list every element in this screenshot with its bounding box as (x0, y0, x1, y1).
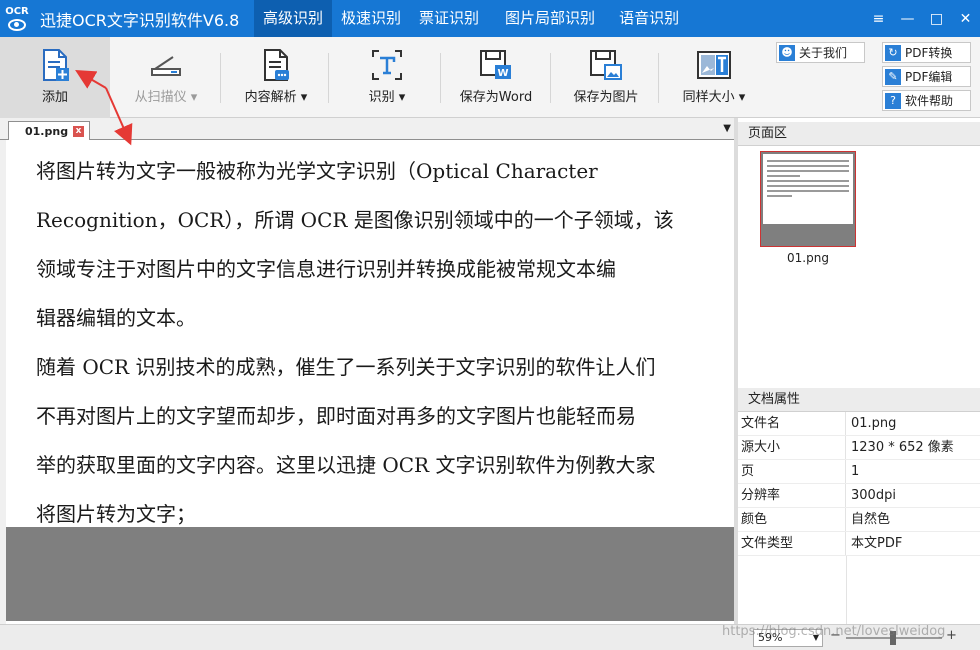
editor-line: 领域专注于对图片中的文字信息进行识别并转换成能被常规文本编 (36, 257, 616, 281)
help-label: 软件帮助 (905, 94, 954, 108)
close-button[interactable]: ✕ (951, 0, 980, 37)
editor-empty-area (6, 527, 734, 621)
toolbar: 添加 从扫描仪 ▾ 内容解析 ▾ 识别 ▾ W 保存为Word 保存为图片 同样… (0, 37, 980, 118)
nav-tab-voice[interactable]: 语音识别 (610, 0, 688, 37)
document-tab-label: 01.png (25, 125, 69, 138)
recognize-label: 识别 ▾ (368, 90, 406, 105)
property-row: 源大小 1230 * 652 像素 (738, 436, 980, 460)
same-size-icon (696, 48, 732, 82)
add-file-icon (40, 48, 70, 82)
scanner-icon (149, 48, 183, 82)
add-button[interactable]: 添加 (0, 37, 110, 118)
properties-panel: 文件名 01.png 源大小 1230 * 652 像素 页1 分辨率 300dpi … (738, 412, 980, 624)
pages-panel-title: 页面区 (738, 122, 980, 146)
tab-dropdown-icon[interactable]: ▼ (723, 123, 731, 134)
editor-line: 辑器编辑的文本。 (36, 306, 196, 330)
zoom-in-button[interactable]: + (946, 628, 957, 643)
document-parse-icon (261, 48, 291, 82)
document-tabstrip: 01.png x ▼ (0, 118, 737, 141)
scan-label: 从扫描仪 ▾ (134, 90, 198, 105)
save-image-button[interactable]: 保存为图片 (560, 37, 652, 118)
editor-line: 举的获取里面的文字内容。这里以迅捷 OCR 文字识别软件为例教大家 (36, 453, 656, 477)
add-label: 添加 (41, 90, 68, 105)
content-parse-button[interactable]: 内容解析 ▾ (230, 37, 322, 118)
save-image-label: 保存为图片 (573, 90, 639, 105)
editor-line: 将图片转为文字一般被称为光学文字识别（Optical Character (36, 159, 598, 183)
property-row: 文件类型 本文PDF (738, 532, 980, 556)
property-row: 页1 (738, 460, 980, 484)
text-recognize-icon (371, 48, 403, 82)
save-image-icon (589, 48, 623, 82)
app-title: 迅捷OCR文字识别软件V6.8 (40, 10, 240, 30)
editor-line: 随着 OCR 识别技术的成熟，催生了一系列关于文字识别的软件让人们 (36, 355, 656, 379)
save-word-label: 保存为Word (459, 90, 533, 105)
document-tab[interactable]: 01.png x (8, 121, 90, 141)
help-icon: ? (885, 92, 901, 109)
editor-line: 不再对图片上的文字望而却步，即时面对再多的文字图片也能轻而易 (36, 404, 636, 428)
pdf-convert-label: PDF转换 (905, 46, 953, 60)
nav-tab-advanced[interactable]: 高级识别 (254, 0, 333, 37)
content-parse-label: 内容解析 ▾ (244, 90, 308, 105)
same-size-button[interactable]: 同样大小 ▾ (666, 37, 762, 118)
about-label: 关于我们 (799, 46, 848, 60)
recognize-button[interactable]: 识别 ▾ (342, 37, 432, 118)
editor-line: Recognition，OCR），所谓 OCR 是图像识别领域中的一个子领域，该 (36, 208, 674, 232)
title-bar: OCR 迅捷OCR文字识别软件V6.8 高级识别 极速识别 票证识别 图片局部识… (0, 0, 980, 37)
edit-icon: ✎ (885, 68, 901, 85)
nav-tab-image-region[interactable]: 图片局部识别 (496, 0, 604, 37)
property-row: 文件名 01.png (738, 412, 980, 436)
properties-panel-title: 文档属性 (738, 388, 980, 412)
minimize-button[interactable]: — (893, 0, 922, 37)
pdf-edit-button[interactable]: ✎ PDF编辑 (882, 66, 971, 87)
property-row: 分辨率 300dpi (738, 484, 980, 508)
help-button[interactable]: ? 软件帮助 (882, 90, 971, 111)
maximize-button[interactable]: □ (922, 0, 951, 37)
property-row: 颜色 自然色 (738, 508, 980, 532)
app-logo-icon: OCR (0, 0, 34, 37)
scan-button[interactable]: 从扫描仪 ▾ (118, 37, 214, 118)
about-button[interactable]: ☻ 关于我们 (776, 42, 865, 63)
convert-icon: ↻ (885, 44, 901, 61)
close-tab-icon[interactable]: x (73, 126, 84, 137)
watermark: https://blog.csdn.net/loveslweidog (722, 624, 946, 639)
menu-icon[interactable]: ≡ (864, 0, 893, 37)
save-word-button[interactable]: W 保存为Word (448, 37, 544, 118)
pdf-convert-button[interactable]: ↻ PDF转换 (882, 42, 971, 63)
user-icon: ☻ (779, 44, 795, 61)
text-editor[interactable]: 将图片转为文字一般被称为光学文字识别（Optical Character Rec… (6, 140, 734, 527)
svg-text:W: W (497, 68, 508, 79)
nav-tab-ticket[interactable]: 票证识别 (410, 0, 488, 37)
pdf-edit-label: PDF编辑 (905, 70, 953, 84)
same-size-label: 同样大小 ▾ (682, 90, 746, 105)
page-thumbnail[interactable] (760, 151, 856, 247)
page-thumbnail-label: 01.png (787, 251, 829, 265)
nav-tab-fast[interactable]: 极速识别 (332, 0, 410, 37)
pages-panel: 01.png (738, 146, 980, 384)
app-logo-text: OCR (5, 5, 29, 17)
save-word-icon: W (479, 48, 513, 82)
